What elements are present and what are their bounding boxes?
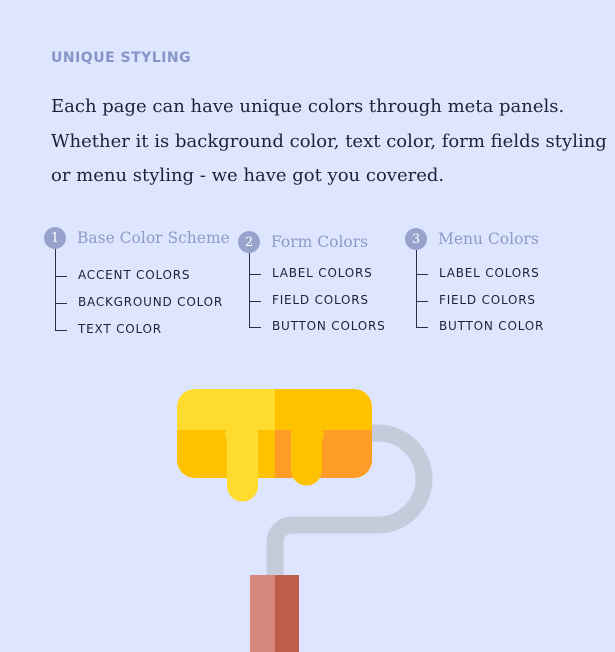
paint-drip-right — [291, 430, 322, 486]
paint-drip-left — [227, 430, 258, 502]
roller-handle-light — [250, 575, 275, 652]
paint-roller-icon — [177, 389, 433, 652]
roller-handle-dark — [275, 575, 299, 652]
paint-drip-center-left — [259, 430, 275, 478]
